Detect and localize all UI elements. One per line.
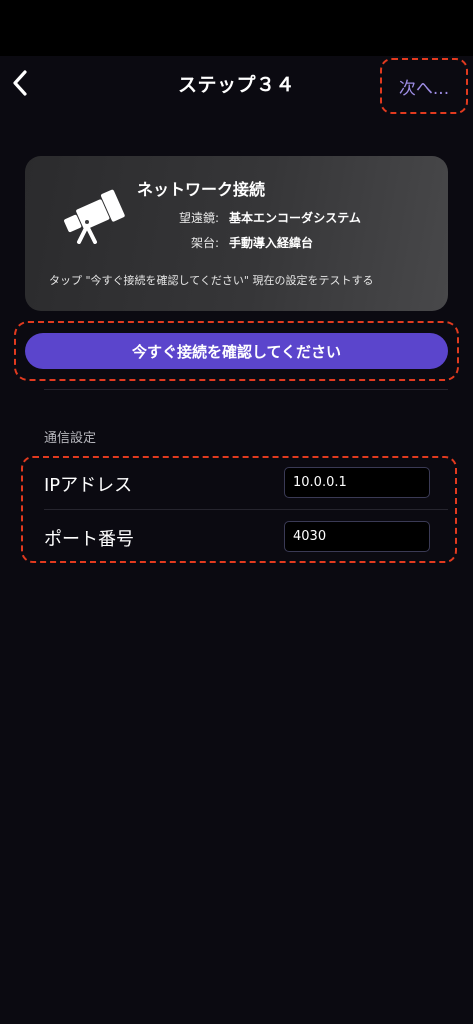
ip-address-label: IPアドレス (44, 475, 133, 496)
telescope-icon (64, 189, 125, 244)
telescope-label: 望遠鏡: (178, 211, 219, 225)
telescope-value: 基本エンコーダシステム (229, 211, 361, 225)
port-label: ポート番号 (44, 529, 134, 550)
telescope-spec-row: 望遠鏡: 基本エンコーダシステム (137, 209, 361, 226)
ip-address-row: IPアドレス (44, 458, 448, 510)
mount-value: 手動導入経緯台 (229, 236, 314, 250)
next-button[interactable]: 次へ... (380, 58, 468, 114)
row-divider (44, 509, 448, 510)
network-connection-card: ネットワーク接続 望遠鏡: 基本エンコーダシステム 架台: 手動導入経緯台 タッ… (25, 156, 448, 311)
ip-address-input[interactable] (284, 467, 430, 498)
card-title: ネットワーク接続 (137, 180, 266, 199)
status-bar (0, 0, 473, 56)
mount-label: 架台: (190, 236, 219, 250)
port-input[interactable] (284, 521, 430, 552)
port-row: ポート番号 (44, 512, 448, 564)
verify-connection-button[interactable]: 今すぐ接続を確認してください (25, 333, 448, 369)
divider (44, 389, 448, 390)
mount-spec-row: 架台: 手動導入経緯台 (137, 234, 313, 251)
section-title: 通信設定 (44, 431, 97, 446)
card-hint: タップ "今すぐ接続を確認してください" 現在の設定をテストする (49, 274, 374, 287)
